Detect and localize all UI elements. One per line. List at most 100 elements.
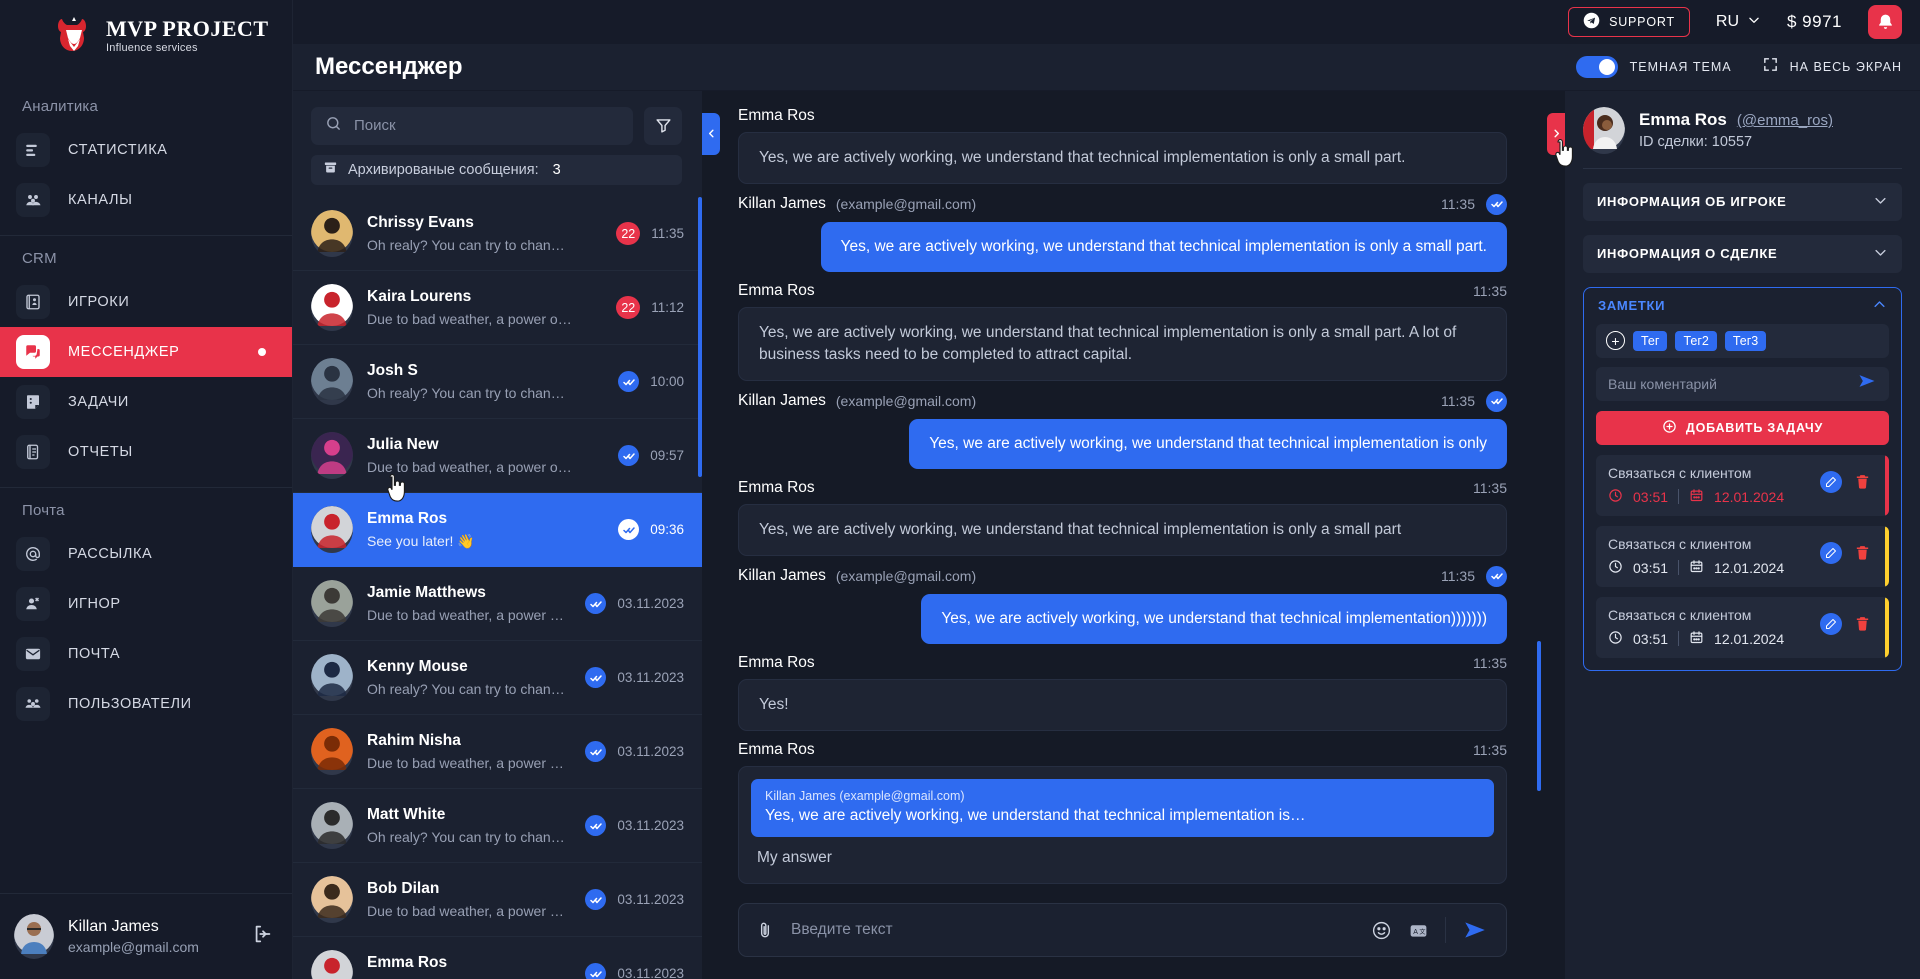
quoted-message-wrap[interactable]: Killan James (example@gmail.com)Yes, we … — [738, 766, 1507, 884]
sidebar-item-рассылка[interactable]: РАССЫЛКА — [0, 529, 292, 579]
support-button[interactable]: SUPPORT — [1568, 7, 1690, 37]
comment-row[interactable] — [1596, 367, 1889, 401]
chevron-left-icon[interactable] — [702, 113, 720, 155]
language-selector[interactable]: RU — [1716, 13, 1761, 32]
chat-list-item[interactable]: Josh SOh realy? You can try to change yo… — [293, 345, 702, 419]
message-bubble[interactable]: Yes, we are actively working, we underst… — [738, 132, 1507, 184]
message-bubble[interactable]: Yes, we are actively working, we underst… — [738, 307, 1507, 381]
sidebar-item-отчеты[interactable]: ОТЧЕТЫ — [0, 427, 292, 477]
notes-header[interactable]: ЗАМЕТКИ — [1584, 288, 1901, 324]
messages-scroll[interactable]: Emma RosYes, we are actively working, we… — [720, 91, 1547, 893]
brand-logo[interactable]: MVP PROJECT Influence services — [0, 0, 292, 72]
task-card[interactable]: Связаться с клиентом03:5112.01.2024 — [1596, 526, 1889, 587]
edit-icon[interactable] — [1820, 542, 1842, 564]
accordion-player-info[interactable]: ИНФОРМАЦИЯ ОБ ИГРОКЕ — [1583, 183, 1902, 221]
chat-item-preview: See you later! 👋 — [367, 533, 572, 550]
message-bubble[interactable]: Yes, we are actively working, we underst… — [921, 594, 1507, 644]
chat-list-item[interactable]: Kenny MouseOh realy? You can try to chan… — [293, 641, 702, 715]
chat-list-item[interactable]: Julia NewDue to bad weather, a power out… — [293, 419, 702, 493]
chat-list-item[interactable]: Bob DilanDue to bad weather, a power out… — [293, 863, 702, 937]
message-bubble[interactable]: Yes, we are actively working, we underst… — [738, 504, 1507, 556]
bell-icon[interactable] — [1868, 5, 1902, 39]
task-card[interactable]: Связаться с клиентом03:5112.01.2024 — [1596, 597, 1889, 658]
tag-chip[interactable]: Тег2 — [1675, 331, 1716, 351]
sidebar-item-каналы[interactable]: КАНАЛЫ — [0, 175, 292, 225]
task-card[interactable]: Связаться с клиентом03:5112.01.2024 — [1596, 455, 1889, 516]
chat-list-item[interactable]: Jamie MatthewsDue to bad weather, a powe… — [293, 567, 702, 641]
search-box[interactable] — [311, 107, 633, 145]
sidebar-item-пользователи[interactable]: ПОЛЬЗОВАТЕЛИ — [0, 679, 292, 729]
sidebar-item-задачи[interactable]: ЗАДАЧИ — [0, 377, 292, 427]
chat-item-time: 09:36 — [650, 522, 684, 537]
message-composer[interactable]: A文 — [738, 903, 1507, 957]
delete-icon[interactable] — [1854, 544, 1871, 561]
add-task-button[interactable]: ДОБАВИТЬ ЗАДАЧУ — [1596, 411, 1889, 445]
avatar — [311, 654, 353, 701]
chat-list-item[interactable]: Chrissy EvansOh realy? You can try to ch… — [293, 197, 702, 271]
chat-list-item[interactable]: Matt WhiteOh realy? You can try to chang… — [293, 789, 702, 863]
logout-icon[interactable] — [252, 923, 274, 950]
message-header: Emma Ros11:35 — [738, 479, 1507, 497]
app-root: MVP PROJECT Influence services Аналитика… — [0, 0, 1920, 979]
archived-messages-row[interactable]: Архивированые сообщения: 3 — [311, 155, 682, 186]
message-bubble[interactable]: Yes! — [738, 679, 1507, 731]
message-input[interactable] — [791, 921, 1355, 939]
sidebar-item-игроки[interactable]: ИГРОКИ — [0, 277, 292, 327]
chat-item-name: Josh S — [367, 362, 604, 380]
comment-input[interactable] — [1608, 376, 1857, 392]
sidebar-user-box[interactable]: Killan James example@gmail.com — [0, 893, 292, 979]
tag-chip[interactable]: Тег3 — [1725, 331, 1766, 351]
add-tag-icon[interactable]: + — [1606, 331, 1625, 350]
chat-item-name: Jamie Matthews — [367, 584, 571, 602]
quoted-text: Yes, we are actively working, we underst… — [765, 807, 1480, 825]
quoted-message[interactable]: Killan James (example@gmail.com)Yes, we … — [751, 779, 1494, 837]
fullscreen-button[interactable]: НА ВЕСЬ ЭКРАН — [1762, 56, 1902, 78]
theme-switch[interactable] — [1576, 56, 1618, 78]
delete-icon[interactable] — [1854, 473, 1871, 490]
paperclip-icon[interactable] — [755, 920, 775, 940]
filter-icon[interactable] — [644, 107, 682, 145]
message-bubble[interactable]: Yes, we are actively working, we underst… — [821, 222, 1507, 272]
sidebar-item-label: ИГРОКИ — [68, 294, 129, 310]
chat-item-body: Emma RosSee you later! 👋 — [367, 510, 604, 550]
sidebar-item-почта[interactable]: ПОЧТА — [0, 629, 292, 679]
send-comment-icon[interactable] — [1857, 371, 1877, 396]
chat-list-item[interactable]: Rahim NishaDue to bad weather, a power o… — [293, 715, 702, 789]
message-bubble[interactable]: Yes, we are actively working, we underst… — [909, 419, 1507, 469]
contact-detail-panel: Emma Ros (@emma_ros) ID сделки: 10557 ИН… — [1565, 91, 1920, 979]
avatar — [311, 358, 353, 405]
chat-list-item[interactable]: Emma RosOh realy? You can try to change … — [293, 937, 702, 979]
brand-subtitle: Influence services — [106, 43, 269, 54]
chat-item-preview: Due to bad weather, a power outage was..… — [367, 459, 572, 475]
dark-theme-toggle[interactable]: ТЕМНАЯ ТЕМА — [1576, 56, 1732, 78]
tag-chip[interactable]: Тег — [1633, 331, 1667, 351]
chevron-up-icon[interactable] — [1872, 297, 1887, 315]
chat-item-name: Matt White — [367, 806, 571, 824]
send-icon[interactable] — [1462, 917, 1488, 943]
chevron-down-icon[interactable] — [1873, 245, 1888, 263]
clock-icon — [1608, 559, 1623, 577]
sidebar-item-статистика[interactable]: СТАТИСТИКА — [0, 125, 292, 175]
chevron-down-icon[interactable] — [1873, 193, 1888, 211]
edit-icon[interactable] — [1820, 613, 1842, 635]
search-input[interactable] — [354, 117, 619, 134]
chat-item-time: 10:00 — [650, 374, 684, 389]
accordion-deal-info[interactable]: ИНФОРМАЦИЯ О СДЕЛКЕ — [1583, 235, 1902, 273]
chat-item-name: Bob Dilan — [367, 880, 571, 898]
edit-icon[interactable] — [1820, 471, 1842, 493]
chat-list-item[interactable]: Kaira LourensDue to bad weather, a power… — [293, 271, 702, 345]
chat-item-time: 03.11.2023 — [617, 744, 684, 759]
conversation-scrollbar[interactable] — [1537, 641, 1541, 791]
delete-icon[interactable] — [1854, 615, 1871, 632]
sidebar-item-label: КАНАЛЫ — [68, 192, 133, 208]
message-bubble-row: Yes! — [738, 679, 1507, 731]
sidebar-item-игнор[interactable]: ИГНОР — [0, 579, 292, 629]
search-row — [293, 91, 702, 145]
chat-list-scroll[interactable]: Chrissy EvansOh realy? You can try to ch… — [293, 197, 702, 979]
sidebar-item-мессенджер[interactable]: МЕССЕНДЖЕР — [0, 327, 292, 377]
contact-handle-link[interactable]: (@emma_ros) — [1737, 112, 1833, 129]
template-icon[interactable]: A文 — [1408, 920, 1429, 941]
emoji-icon[interactable] — [1371, 920, 1392, 941]
chat-list-item[interactable]: Emma RosSee you later! 👋 09:36 — [293, 493, 702, 567]
chevron-right-icon[interactable] — [1547, 113, 1565, 155]
